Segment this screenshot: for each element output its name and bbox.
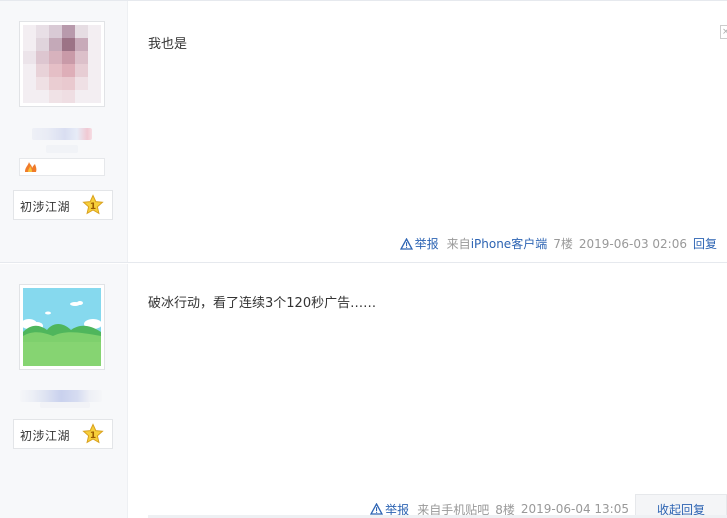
- star-icon: 1: [82, 423, 104, 444]
- avatar-image: [23, 25, 101, 103]
- avatar[interactable]: [19, 284, 105, 370]
- post-time: 2019-06-03 02:06: [578, 236, 687, 251]
- floor-number: 7楼: [553, 237, 573, 251]
- username[interactable]: [32, 128, 92, 140]
- fan-badge[interactable]: [19, 158, 105, 176]
- report-link[interactable]: 举报: [399, 235, 439, 252]
- warning-triangle-icon: [370, 503, 384, 515]
- avatar[interactable]: [19, 21, 105, 107]
- collapse-icon[interactable]: ×: [720, 25, 727, 39]
- post-floor-7: 初涉江湖 1 我也是 × 举报 来自iPhone客户端 7楼 2019-06-0…: [0, 0, 727, 263]
- star-icon: 1: [82, 194, 104, 215]
- report-label: 举报: [414, 237, 439, 251]
- author-sidebar: 初涉江湖 1: [0, 1, 128, 262]
- level-badge[interactable]: 初涉江湖 1: [13, 419, 113, 449]
- flame-badge-icon: [25, 162, 37, 172]
- username-shadow: [46, 145, 78, 153]
- username-shadow: [40, 402, 90, 408]
- level-label: 初涉江湖: [20, 429, 71, 443]
- post-time: 2019-06-04 13:05: [520, 502, 629, 516]
- client-link[interactable]: iPhone客户端: [471, 237, 548, 251]
- thread-posts: 初涉江湖 1 我也是 × 举报 来自iPhone客户端 7楼 2019-06-0…: [0, 0, 727, 518]
- author-sidebar: 初涉江湖 1: [0, 264, 128, 518]
- from-prefix: 来自: [446, 237, 471, 251]
- post-content: 破冰行动，看了连续3个120秒广告……: [148, 296, 377, 311]
- svg-text:1: 1: [90, 202, 96, 212]
- username[interactable]: [20, 390, 102, 402]
- post-footer: 举报 来自iPhone客户端 7楼 2019-06-03 02:06 回复: [399, 235, 717, 252]
- svg-text:1: 1: [90, 431, 96, 441]
- level-badge[interactable]: 初涉江湖 1: [13, 190, 113, 220]
- warning-triangle-icon: [399, 237, 413, 250]
- level-label: 初涉江湖: [20, 200, 71, 214]
- avatar-image: [21, 288, 102, 366]
- reply-link[interactable]: 回复: [693, 235, 717, 252]
- post-floor-8: 初涉江湖 1 破冰行动，看了连续3个120秒广告…… 举报 来自手机贴吧 8楼 …: [0, 264, 727, 518]
- post-content: 我也是: [148, 37, 188, 52]
- client-source: 来自iPhone客户端: [447, 235, 548, 252]
